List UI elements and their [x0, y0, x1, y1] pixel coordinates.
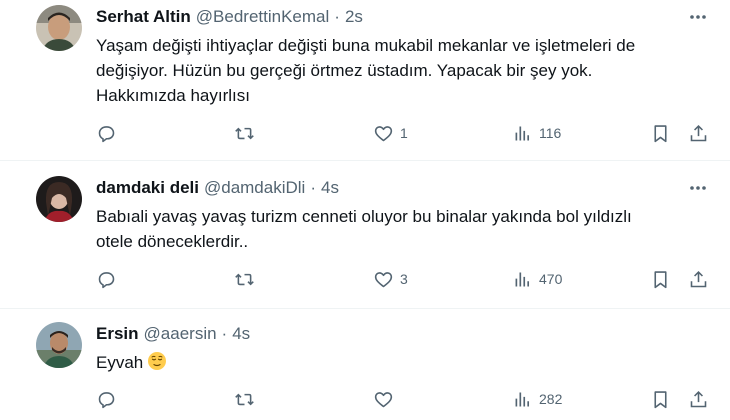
reply-button[interactable]	[96, 266, 123, 292]
retweet-icon	[235, 273, 254, 285]
reply-icon	[98, 271, 115, 288]
avatar[interactable]	[36, 5, 82, 51]
retweet-icon	[235, 393, 254, 405]
views-chart-icon	[515, 126, 530, 140]
like-count: 1	[400, 125, 408, 141]
tweet-actions: 1 116	[96, 120, 716, 146]
like-count: 3	[400, 271, 408, 287]
timestamp[interactable]: 4s	[321, 178, 339, 198]
views-chart-icon	[515, 392, 530, 406]
views-button[interactable]: 116	[512, 120, 561, 146]
user-handle[interactable]: @aaersin	[144, 324, 217, 344]
tweet-text-line: Yaşam değişti ihtiyaçlar değişti buna mu…	[96, 36, 636, 55]
avatar[interactable]	[36, 176, 82, 222]
retweet-button[interactable]	[234, 386, 261, 412]
tweet-actions: 3 470	[96, 266, 716, 292]
bookmark-icon	[654, 124, 667, 142]
tweet-header: damdaki deli @damdakiDli · 4s	[96, 177, 339, 199]
share-button[interactable]	[688, 266, 709, 292]
bookmark-icon	[654, 390, 667, 408]
views-button[interactable]: 470	[512, 266, 562, 292]
retweet-button[interactable]	[234, 120, 261, 146]
tweet-text-line: değişiyor. Hüzün bu gerçeği örtmez üstad…	[96, 61, 593, 80]
tweet-text-content: Eyvah	[96, 353, 144, 372]
share-icon	[690, 270, 707, 287]
heart-icon	[374, 271, 393, 287]
tweet-text: Eyvah	[96, 350, 706, 375]
share-button[interactable]	[688, 120, 709, 146]
separator-dot: ·	[334, 7, 340, 26]
user-handle[interactable]: @damdakiDli	[204, 178, 305, 198]
more-dots-icon[interactable]	[686, 176, 710, 200]
tweet[interactable]: damdaki deli @damdakiDli · 4s Babıali ya…	[0, 160, 730, 309]
more-dots-icon[interactable]	[686, 5, 710, 29]
timestamp[interactable]: 2s	[345, 7, 363, 27]
tweet-actions: 282	[96, 386, 716, 412]
tweet-text-line: Hakkımızda hayırlısı	[96, 86, 250, 105]
heart-icon	[374, 391, 393, 407]
bookmark-icon	[654, 270, 667, 288]
retweet-icon	[235, 127, 254, 139]
separator-dot: ·	[221, 324, 228, 343]
reply-button[interactable]	[96, 386, 123, 412]
tweet[interactable]: Ersin @aaersin · 4s Eyvah 282	[0, 308, 730, 420]
share-button[interactable]	[688, 386, 709, 412]
retweet-button[interactable]	[234, 266, 261, 292]
reply-button[interactable]	[96, 120, 123, 146]
like-button[interactable]	[373, 386, 400, 412]
tweet-text: Babıali yavaş yavaş turizm cenneti oluyo…	[96, 204, 706, 254]
separator-dot: ·	[310, 178, 317, 197]
tweet-text: Yaşam değişti ihtiyaçlar değişti buna mu…	[96, 33, 706, 108]
like-button[interactable]: 3	[373, 266, 408, 292]
tweet-text-line: Eyvah	[96, 350, 706, 375]
like-button[interactable]: 1	[373, 120, 408, 146]
reply-icon	[98, 125, 115, 142]
tweet[interactable]: Serhat Altin @BedrettinKemal · 2s Yaşam …	[0, 0, 730, 161]
bookmark-button[interactable]	[650, 386, 671, 412]
timeline-feed: Serhat Altin @BedrettinKemal · 2s Yaşam …	[0, 0, 730, 420]
heart-icon	[374, 125, 393, 141]
display-name[interactable]: Ersin	[96, 324, 139, 344]
bookmark-button[interactable]	[650, 120, 671, 146]
bookmark-button[interactable]	[650, 266, 671, 292]
relieved-face-emoji	[148, 352, 167, 370]
timestamp[interactable]: 4s	[232, 324, 250, 344]
reply-icon	[98, 391, 115, 408]
views-count: 282	[539, 391, 563, 407]
tweet-header: Ersin @aaersin · 4s	[96, 323, 250, 345]
display-name[interactable]: damdaki deli	[96, 178, 199, 198]
share-icon	[690, 390, 707, 407]
avatar[interactable]	[36, 322, 82, 368]
views-count: 470	[539, 271, 563, 287]
share-icon	[690, 124, 707, 141]
views-count: 116	[539, 125, 562, 141]
tweet-header: Serhat Altin @BedrettinKemal · 2s	[96, 6, 363, 28]
tweet-text-line: Babıali yavaş yavaş turizm cenneti oluyo…	[96, 207, 632, 226]
views-button[interactable]: 282	[512, 386, 562, 412]
views-chart-icon	[515, 272, 530, 286]
tweet-text-line: otele döneceklerdir..	[96, 232, 249, 251]
display-name[interactable]: Serhat Altin	[96, 7, 191, 27]
user-handle[interactable]: @BedrettinKemal	[196, 7, 330, 27]
